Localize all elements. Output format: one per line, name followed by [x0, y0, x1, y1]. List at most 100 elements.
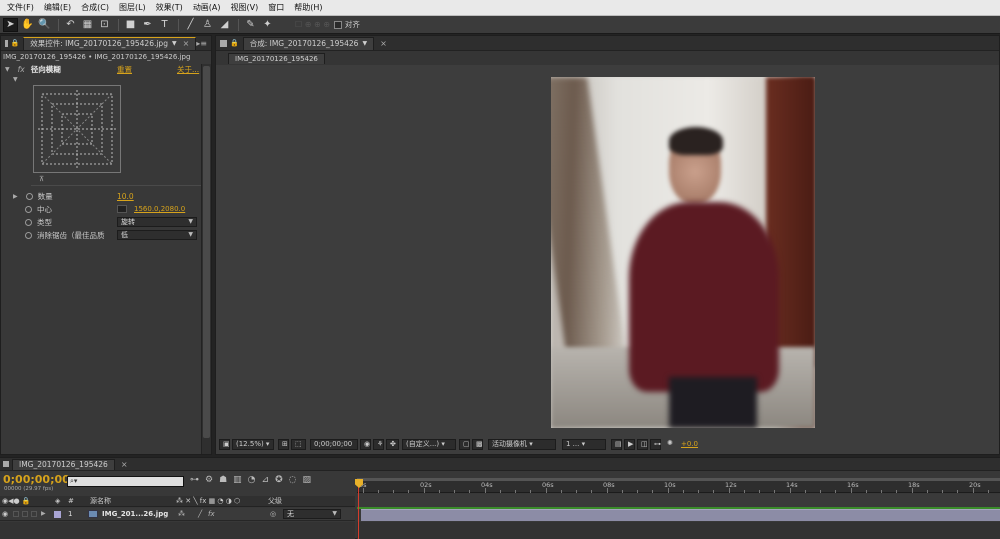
audio-switch[interactable] — [13, 511, 19, 517]
layer-name[interactable]: IMG_201...26.jpg — [102, 508, 168, 520]
brainstorm-icon[interactable]: ✪ — [275, 475, 283, 485]
close-icon[interactable]: × — [380, 39, 387, 48]
tab-effect-controls[interactable]: 效果控件: IMG_20170126_195426.jpg ▼ × — [23, 36, 197, 50]
search-input[interactable]: ⌕▾ — [67, 476, 184, 487]
lock-switch[interactable] — [31, 511, 37, 517]
close-icon[interactable]: × — [121, 460, 128, 469]
radial-blur-center-preview[interactable] — [33, 85, 121, 173]
menu-edit[interactable]: 编辑(E) — [39, 2, 76, 13]
menu-file[interactable]: 文件(F) — [2, 2, 39, 13]
composition-canvas[interactable] — [551, 77, 815, 428]
fx-toggle[interactable]: fx — [18, 65, 25, 74]
parent-header[interactable]: 父级 — [268, 496, 282, 506]
fast-preview-icon[interactable]: ▶ — [624, 439, 635, 450]
stopwatch-icon[interactable] — [25, 218, 32, 226]
rectangle-tool-icon[interactable]: ■ — [123, 18, 138, 32]
solo-switch[interactable] — [22, 511, 28, 517]
source-name-header[interactable]: 源名称 — [90, 496, 111, 506]
safe-zones-icon[interactable]: ⊞ — [278, 439, 289, 450]
stopwatch-icon[interactable] — [25, 231, 32, 239]
playhead[interactable] — [358, 480, 359, 539]
stopwatch-icon[interactable] — [25, 205, 32, 213]
parent-dropdown[interactable]: 无 ▼ — [283, 509, 341, 519]
comp-mini-flowchart-icon[interactable]: ⊶ — [190, 475, 199, 485]
panel-menu-icon[interactable] — [5, 39, 8, 47]
time-ruler[interactable]: 0s 02s 04s 06s 08s 10s 12s 14s 16s 18s 20s — [357, 478, 1000, 493]
graph-editor-icon[interactable]: ⊿ — [262, 475, 270, 485]
type-dropdown[interactable]: 旋转 ▼ — [117, 217, 197, 227]
frame-blending-icon[interactable]: ▥ — [233, 475, 242, 485]
lock-icon[interactable]: 🔒 — [230, 39, 239, 47]
transparency-grid-icon[interactable]: ▩ — [472, 439, 483, 450]
subtab-composition[interactable]: IMG_20170126_195426 — [228, 52, 325, 64]
quality-switch-icon[interactable]: ╱ — [198, 508, 202, 520]
expand-triangle-icon[interactable]: ▼ — [5, 66, 10, 73]
roto-brush-icon[interactable]: ✎ — [243, 18, 258, 32]
pan-behind-icon[interactable]: ⊡ — [97, 18, 112, 32]
menu-layer[interactable]: 图层(L) — [114, 2, 151, 13]
antialiasing-dropdown[interactable]: 低 ▼ — [117, 230, 197, 240]
region-of-interest-icon[interactable]: ▢ — [459, 439, 470, 450]
visibility-eye-icon[interactable]: ◉ — [2, 508, 8, 520]
current-time-field[interactable]: 0;00;00;00 — [310, 439, 358, 450]
expand-triangle-icon[interactable]: ▶ — [13, 193, 18, 200]
menu-animation[interactable]: 动画(A) — [188, 2, 226, 13]
shy-switch-icon[interactable]: ⁂ — [178, 508, 185, 520]
center-value[interactable]: 1560.0,2080.0 — [134, 205, 185, 213]
expand-triangle-icon[interactable]: ▼ — [13, 76, 18, 83]
stopwatch-icon[interactable] — [25, 192, 33, 200]
pen-tool-icon[interactable]: ✒ — [140, 18, 155, 32]
close-icon[interactable]: × — [183, 39, 190, 48]
always-preview-icon[interactable]: ▣ — [219, 439, 230, 450]
view-layout-dropdown[interactable]: 1 ... ▾ — [562, 439, 606, 450]
snapshot-icon[interactable]: ◉ — [360, 439, 371, 450]
align-checkbox[interactable] — [333, 20, 342, 29]
menu-effect[interactable]: 效果(T) — [151, 2, 188, 13]
comp-flowchart-icon[interactable]: ⊶ — [650, 439, 661, 450]
brush-tool-icon[interactable]: ╱ — [183, 18, 198, 32]
toggle-pixel-icon[interactable]: ▤ — [611, 439, 622, 450]
scrollbar-thumb[interactable] — [203, 66, 210, 438]
resolution-dropdown[interactable]: (自定义...) ▾ — [402, 439, 456, 450]
timeline-timecode[interactable]: 0;00;00;00 — [3, 473, 70, 486]
text-tool-icon[interactable]: T — [157, 18, 172, 32]
effect-switch-icon[interactable]: fx — [208, 508, 215, 520]
tab-composition[interactable]: 合成: IMG_20170126_195426 ▼ — [242, 36, 375, 50]
exposure-value[interactable]: +0.0 — [681, 440, 698, 448]
about-link[interactable]: 关于... — [177, 64, 199, 75]
mask-visibility-icon[interactable]: ⬚ — [291, 439, 306, 450]
panel-menu-icon[interactable] — [3, 461, 9, 467]
shy-layers-icon[interactable]: ☗ — [219, 475, 227, 485]
layer-row[interactable]: ◉ ▶ 1 IMG_201...26.jpg ⁂ ╱ fx ◎ 无 ▼ — [0, 508, 355, 521]
auto-keyframe-icon[interactable]: ◌ — [289, 475, 297, 485]
pick-whip-icon[interactable]: ◎ — [270, 508, 276, 520]
motion-blur-icon[interactable]: ◔ — [248, 475, 256, 485]
tab-dropdown-icon[interactable]: ▼ — [172, 40, 177, 47]
render-icon[interactable]: ▨ — [302, 475, 311, 485]
expand-triangle-icon[interactable]: ▶ — [41, 508, 46, 520]
zoom-tool-icon[interactable]: 🔍 — [37, 18, 52, 32]
clone-stamp-icon[interactable]: ♙ — [200, 18, 215, 32]
rotate-tool-icon[interactable]: ↶ — [63, 18, 78, 32]
camera-dropdown[interactable]: 活动摄像机 ▾ — [488, 439, 556, 450]
lock-icon[interactable]: 🔒 — [11, 39, 20, 47]
eraser-icon[interactable]: ◢ — [217, 18, 232, 32]
scrollbar[interactable] — [201, 64, 211, 454]
exposure-icon[interactable]: ✺ — [664, 439, 675, 450]
label-color-swatch[interactable] — [54, 511, 61, 518]
menu-view[interactable]: 视图(V) — [226, 2, 264, 13]
puppet-pin-icon[interactable]: ✦ — [260, 18, 275, 32]
panel-menu-icon[interactable] — [220, 39, 227, 47]
layer-duration-bar[interactable] — [361, 509, 1000, 521]
timeline-icon[interactable]: ◫ — [637, 439, 648, 450]
crosshair-icon[interactable] — [117, 205, 127, 213]
amount-value[interactable]: 10.0 — [117, 192, 134, 201]
tab-dropdown-icon[interactable]: ▼ — [362, 40, 367, 47]
camera-tool-icon[interactable]: ▦ — [80, 18, 95, 32]
color-channel-icon[interactable]: ✤ — [386, 439, 399, 450]
zoom-dropdown[interactable]: (12.5%) ▾ — [232, 439, 274, 450]
tab-timeline[interactable]: IMG_20170126_195426 — [12, 458, 115, 470]
show-snapshot-icon[interactable]: ⚘ — [373, 439, 384, 450]
menu-composition[interactable]: 合成(C) — [76, 2, 114, 13]
hand-tool-icon[interactable]: ✋ — [20, 18, 35, 32]
